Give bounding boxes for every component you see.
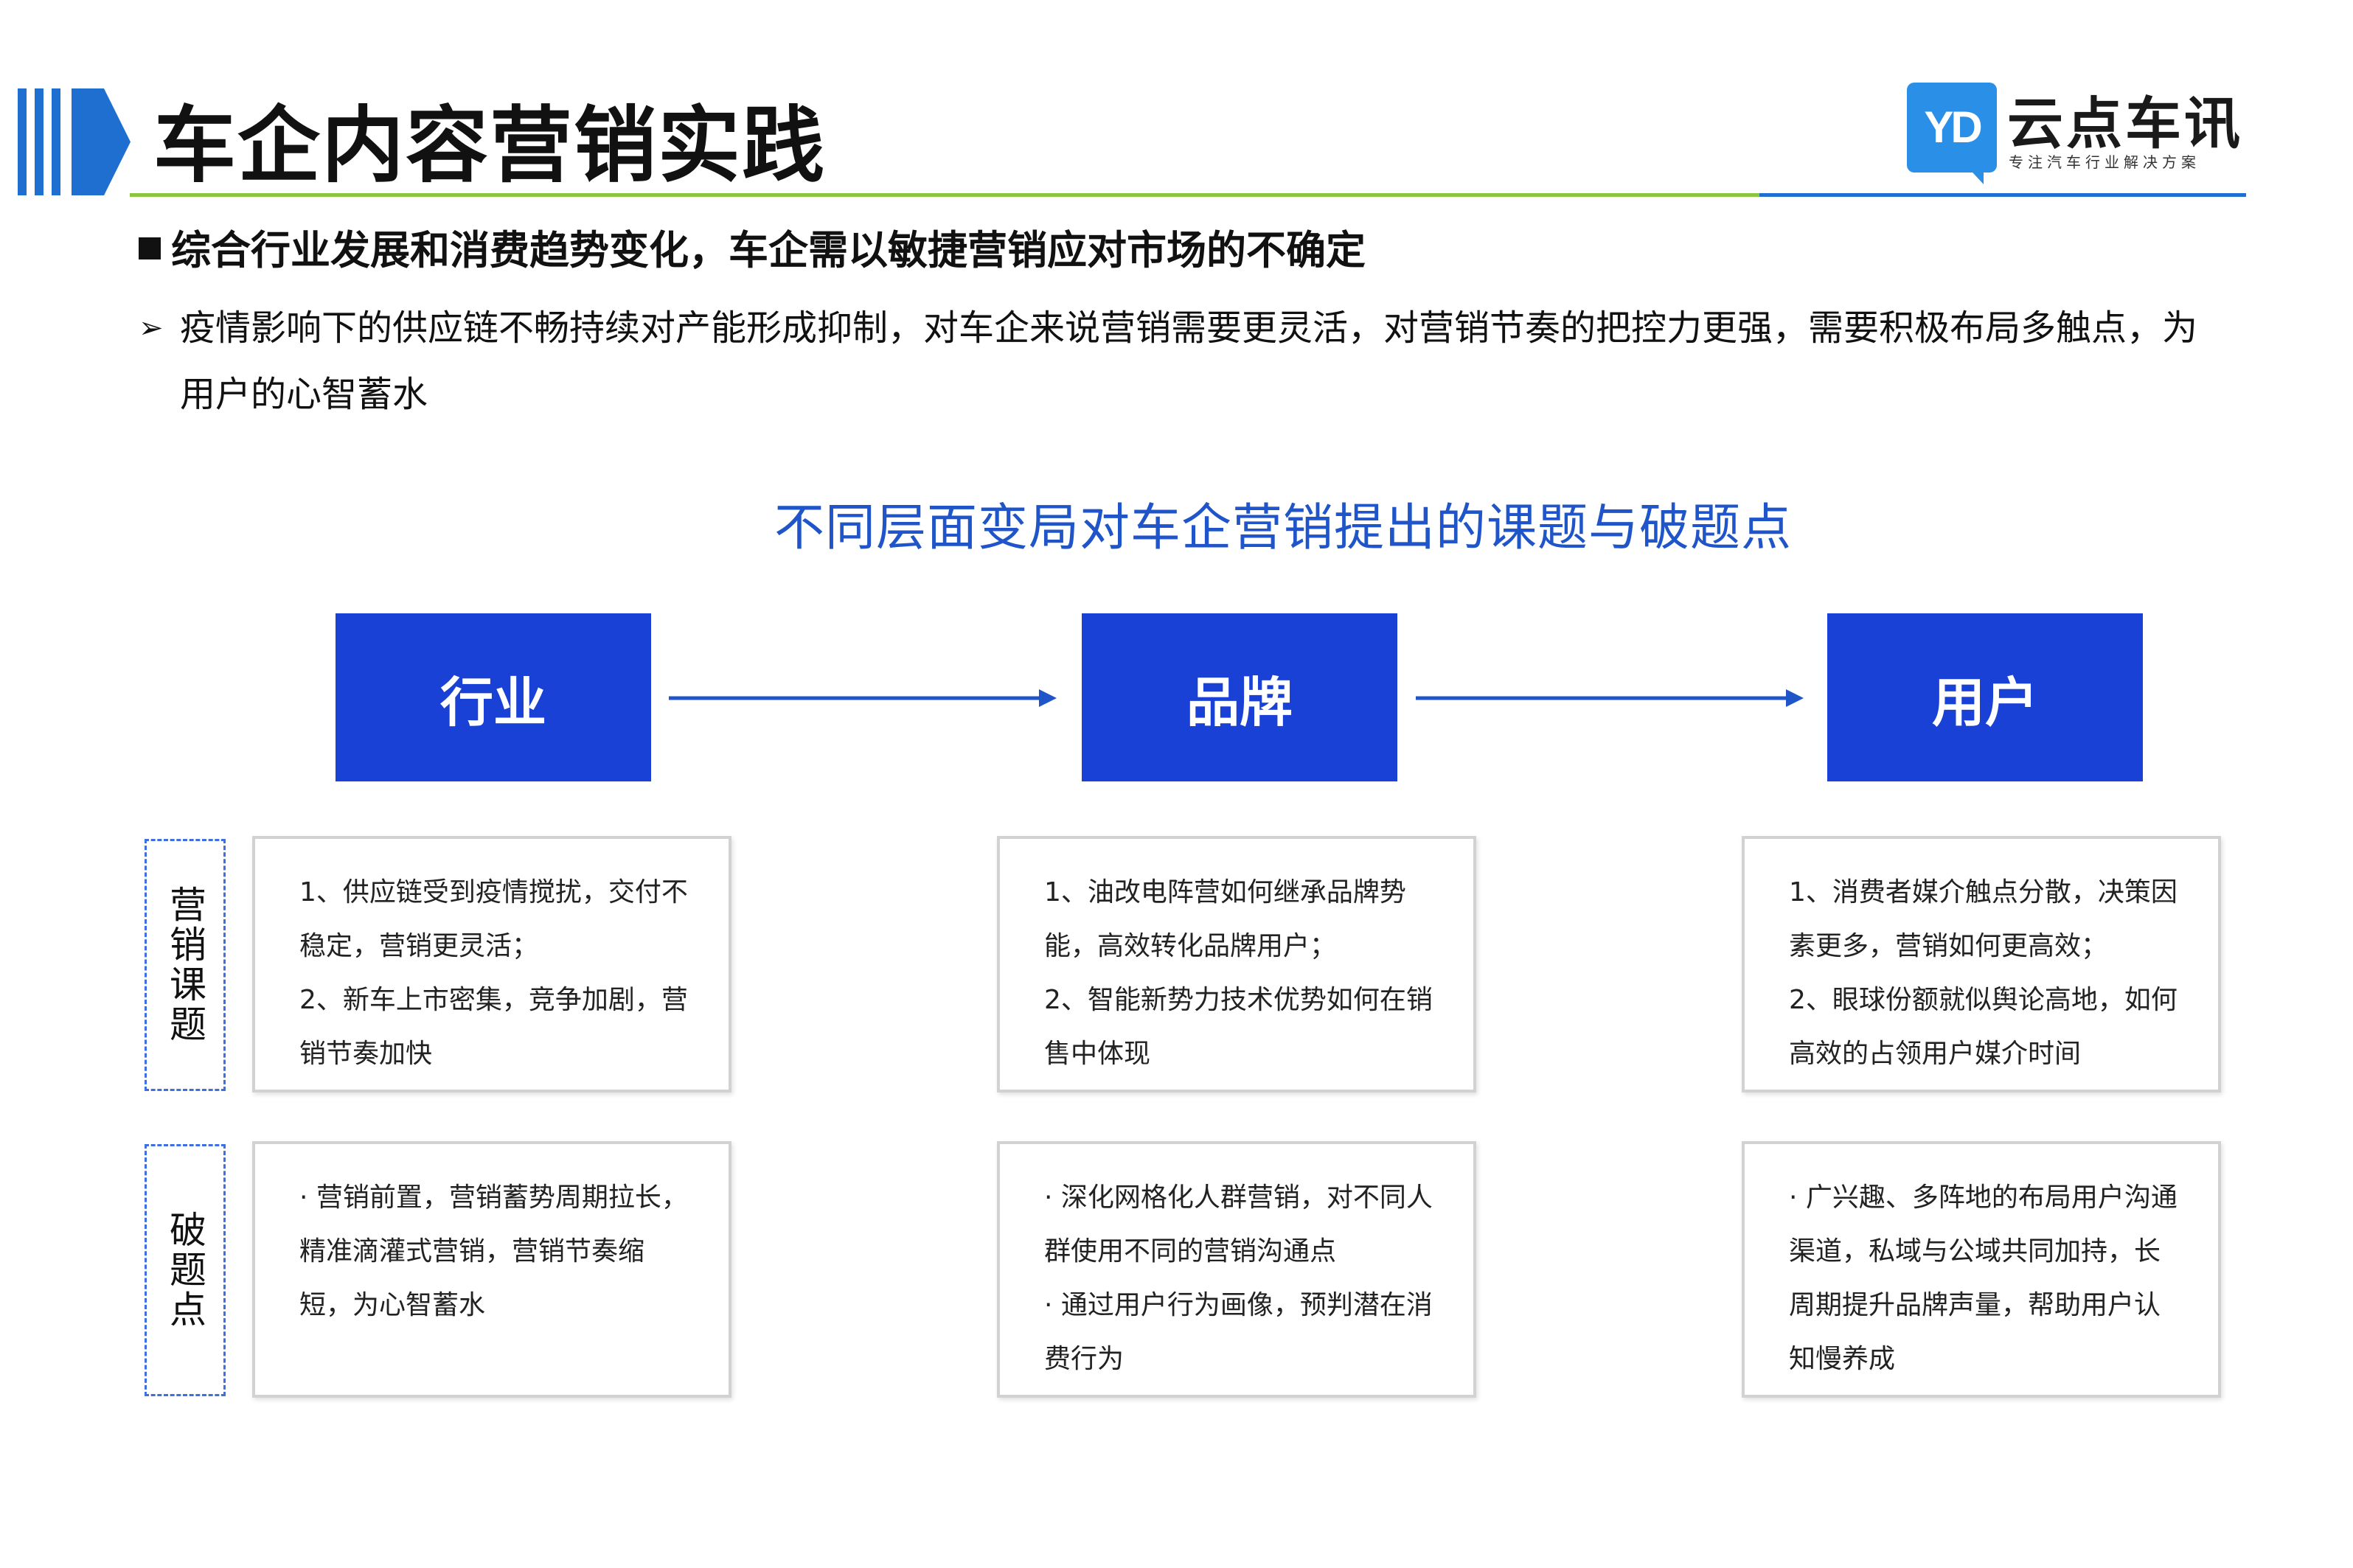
right-arrow-icon <box>1416 689 1804 707</box>
topic-card-brand: 1、油改电阵营如何继承品牌势能，高效转化品牌用户； 2、智能新势力技术优势如何在… <box>997 836 1476 1093</box>
row-label-topics-text: 营销课题 <box>164 885 206 1045</box>
diagram-title: 不同层面变局对车企营销提出的课题与破题点 <box>774 499 1793 557</box>
logo-slogan: 专注汽车行业解决方案 <box>2009 153 2200 171</box>
solution-item: · 广兴趣、多阵地的布局用户沟通渠道，私域与公域共同加持，长周期提升品牌声量，帮… <box>1789 1182 2178 1374</box>
logo-mark-text: YD <box>1924 102 1982 152</box>
bullet-point: ➢ 疫情影响下的供应链不畅持续对产能形成抑制，对车企来说营销需要更灵活，对营销节… <box>139 295 2225 428</box>
header-stripe <box>18 88 27 195</box>
topic-item: 2、智能新势力技术优势如何在销售中体现 <box>1044 985 1433 1069</box>
solution-item: · 通过用户行为画像，预判潜在消费行为 <box>1044 1290 1433 1374</box>
row-label-solutions: 破题点 <box>145 1144 226 1396</box>
right-arrow-icon <box>669 689 1057 707</box>
solution-card-brand: · 深化网格化人群营销，对不同人群使用不同的营销沟通点 · 通过用户行为画像，预… <box>997 1141 1476 1398</box>
arrow-industry-to-brand <box>667 686 1058 711</box>
topic-item: 1、油改电阵营如何继承品牌势能，高效转化品牌用户； <box>1044 877 1406 961</box>
section-heading-text: 综合行业发展和消费趋势变化，车企需以敏捷营销应对市场的不确定 <box>171 227 1366 273</box>
square-bullet-icon <box>139 237 161 259</box>
topic-item: 1、供应链受到疫情搅扰，交付不稳定，营销更灵活； <box>299 877 688 961</box>
stage-industry: 行业 <box>336 613 651 781</box>
topic-card-user: 1、消费者媒介触点分散，决策因素更多，营销如何更高效； 2、眼球份额就似舆论高地… <box>1742 836 2221 1093</box>
header-decoration <box>18 88 131 195</box>
row-label-solutions-text: 破题点 <box>164 1210 206 1330</box>
header-stripe <box>52 88 60 195</box>
page-title: 车企内容营销实践 <box>153 98 826 194</box>
header-rule-green <box>130 193 1759 197</box>
topic-item: 1、消费者媒介触点分散，决策因素更多，营销如何更高效； <box>1789 877 2178 961</box>
section-heading: 综合行业发展和消费趋势变化，车企需以敏捷营销应对市场的不确定 <box>139 221 1366 280</box>
topic-card-industry: 1、供应链受到疫情搅扰，交付不稳定，营销更灵活； 2、新车上市密集，竞争加剧，营… <box>252 836 731 1093</box>
arrow-bullet-icon: ➢ <box>139 311 164 345</box>
solution-item: · 深化网格化人群营销，对不同人群使用不同的营销沟通点 <box>1044 1182 1433 1266</box>
topic-item: 2、新车上市密集，竞争加剧，营销节奏加快 <box>299 985 688 1069</box>
stage-user: 用户 <box>1827 613 2143 781</box>
arrow-brand-to-user <box>1414 686 1805 711</box>
header-chevron-icon <box>72 88 131 195</box>
topic-item: 2、眼球份额就似舆论高地，如何高效的占领用户媒介时间 <box>1789 985 2178 1069</box>
header-stripe <box>35 88 44 195</box>
stage-brand: 品牌 <box>1082 613 1397 781</box>
logo-mark-icon: YD <box>1907 83 1997 184</box>
logo-name: 云点车讯 <box>2007 91 2243 156</box>
solution-card-user: · 广兴趣、多阵地的布局用户沟通渠道，私域与公域共同加持，长周期提升品牌声量，帮… <box>1742 1141 2221 1398</box>
header-rule-blue <box>1759 193 2246 197</box>
solution-item: · 营销前置，营销蓄势周期拉长，精准滴灌式营销，营销节奏缩短，为心智蓄水 <box>299 1182 688 1320</box>
row-label-topics: 营销课题 <box>145 839 226 1091</box>
brand-logo: YD 云点车讯 专注汽车行业解决方案 <box>1907 83 2276 186</box>
solution-card-industry: · 营销前置，营销蓄势周期拉长，精准滴灌式营销，营销节奏缩短，为心智蓄水 <box>252 1141 731 1398</box>
bullet-text: 疫情影响下的供应链不畅持续对产能形成抑制，对车企来说营销需要更灵活，对营销节奏的… <box>180 307 2198 415</box>
